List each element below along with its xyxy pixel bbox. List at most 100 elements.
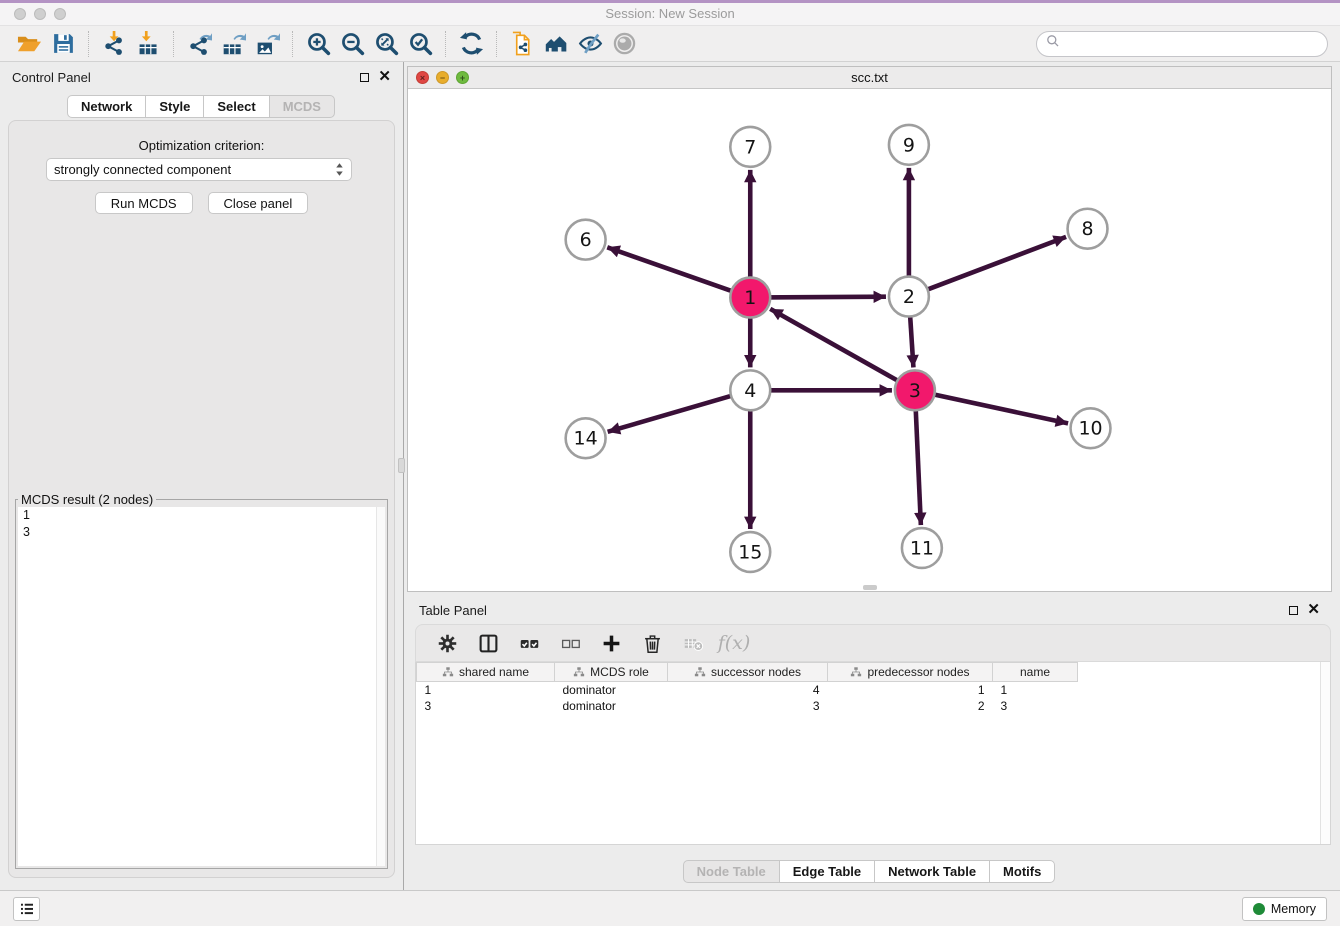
canvas-grip[interactable] — [863, 585, 877, 590]
search-box[interactable] — [1036, 31, 1328, 57]
table-cell[interactable]: 2 — [828, 698, 993, 714]
graph-node-1[interactable]: 1 — [730, 278, 770, 318]
result-scrollbar[interactable] — [376, 507, 385, 866]
view-mode-button — [607, 29, 641, 59]
splitter-grip[interactable] — [398, 458, 405, 473]
tab-select[interactable]: Select — [203, 95, 269, 118]
float-panel-icon[interactable] — [360, 73, 369, 82]
trash-icon — [642, 633, 663, 654]
frame-minimize-button[interactable]: − — [436, 71, 449, 84]
network-canvas[interactable]: 7 9 6 8 1 2 4 3 14 10 15 11 — [408, 89, 1331, 591]
optimization-criterion-select[interactable]: strongly connected component — [46, 158, 352, 181]
table-cell[interactable]: 1 — [417, 682, 555, 698]
graph-edge-1-6[interactable] — [607, 247, 750, 297]
save-session-button[interactable] — [46, 29, 80, 59]
column-header-shared-name[interactable]: shared name — [417, 663, 555, 682]
zoom-fit-button[interactable] — [369, 29, 403, 59]
zoom-selected-icon — [408, 31, 433, 56]
table-cell[interactable]: 4 — [668, 682, 828, 698]
memory-button[interactable]: Memory — [1242, 897, 1327, 921]
graph-node-7[interactable]: 7 — [730, 127, 770, 167]
table-cell[interactable]: 3 — [417, 698, 555, 714]
tab-mcds[interactable]: MCDS — [269, 95, 335, 118]
graph-node-3[interactable]: 3 — [895, 370, 935, 410]
export-network-button[interactable] — [182, 29, 216, 59]
zoom-in-button[interactable] — [301, 29, 335, 59]
tab-network[interactable]: Network — [67, 95, 146, 118]
table-cell[interactable]: dominator — [555, 698, 668, 714]
close-window-button[interactable] — [14, 8, 26, 20]
show-columns-button[interactable] — [475, 630, 501, 656]
table-row[interactable]: 1dominator411 — [417, 682, 1078, 698]
run-mcds-button[interactable]: Run MCDS — [95, 192, 193, 214]
add-column-button[interactable] — [598, 630, 624, 656]
deselect-all-button[interactable] — [557, 630, 583, 656]
zoom-out-button[interactable] — [335, 29, 369, 59]
table-cell[interactable]: 3 — [668, 698, 828, 714]
hide-unhide-button[interactable] — [573, 29, 607, 59]
node-label: 2 — [903, 286, 915, 308]
network-view-frame: × − + scc.txt 7 9 6 8 1 2 4 3 14 10 15 11 — [407, 66, 1332, 592]
toolbar-separator — [292, 31, 293, 57]
delete-columns-button[interactable] — [639, 630, 665, 656]
graph-node-9[interactable]: 9 — [889, 125, 929, 165]
graph-edge-3-1[interactable] — [770, 309, 915, 391]
export-table-button[interactable] — [216, 29, 250, 59]
float-table-panel-icon[interactable] — [1289, 606, 1298, 615]
open-session-button[interactable] — [12, 29, 46, 59]
tab-node-table[interactable]: Node Table — [683, 860, 780, 883]
delete-table-button — [680, 630, 706, 656]
graph-node-14[interactable]: 14 — [566, 418, 606, 458]
frame-close-button[interactable]: × — [416, 71, 429, 84]
table-cell[interactable]: 1 — [993, 682, 1078, 698]
maximize-window-button[interactable] — [54, 8, 66, 20]
graph-edge-2-8[interactable] — [909, 237, 1066, 297]
graph-node-4[interactable]: 4 — [730, 370, 770, 410]
column-header-successor-nodes[interactable]: successor nodes — [668, 663, 828, 682]
graph-node-11[interactable]: 11 — [902, 528, 942, 568]
column-header-MCDS-role[interactable]: MCDS role — [555, 663, 668, 682]
graph-edge-3-10[interactable] — [915, 390, 1068, 423]
log-console-button[interactable] — [13, 897, 40, 921]
minimize-window-button[interactable] — [34, 8, 46, 20]
select-all-button[interactable] — [516, 630, 542, 656]
column-header-predecessor-nodes[interactable]: predecessor nodes — [828, 663, 993, 682]
apply-layout-button[interactable] — [454, 29, 488, 59]
graph-node-10[interactable]: 10 — [1071, 408, 1111, 448]
network-frame-titlebar[interactable]: × − + scc.txt — [408, 67, 1331, 89]
tab-style[interactable]: Style — [145, 95, 204, 118]
tab-network-table[interactable]: Network Table — [874, 860, 990, 883]
table-cell[interactable]: 3 — [993, 698, 1078, 714]
table-cell[interactable]: dominator — [555, 682, 668, 698]
table-scrollbar[interactable] — [1320, 662, 1330, 844]
window-titlebar: Session: New Session — [0, 0, 1340, 26]
table-settings-button[interactable] — [434, 630, 460, 656]
frame-maximize-button[interactable]: + — [456, 71, 469, 84]
network-overview-button[interactable] — [505, 29, 539, 59]
mcds-result-title: MCDS result (2 nodes) — [18, 492, 156, 507]
column-header-name[interactable]: name — [993, 663, 1078, 682]
import-network-button[interactable] — [97, 29, 131, 59]
import-table-button[interactable] — [131, 29, 165, 59]
export-image-button[interactable] — [250, 29, 284, 59]
network-graph[interactable]: 7 9 6 8 1 2 4 3 14 10 15 11 — [408, 89, 1331, 592]
graph-node-8[interactable]: 8 — [1068, 209, 1108, 249]
mcds-result-textarea[interactable]: 13 — [18, 507, 385, 866]
close-table-panel-icon[interactable]: ✕ — [1307, 605, 1320, 615]
graph-node-15[interactable]: 15 — [730, 532, 770, 572]
graph-node-6[interactable]: 6 — [566, 220, 606, 260]
table-row[interactable]: 3dominator323 — [417, 698, 1078, 714]
save-icon — [51, 31, 76, 56]
close-panel-icon[interactable]: ✕ — [378, 72, 391, 82]
zoom-selected-button[interactable] — [403, 29, 437, 59]
tab-motifs[interactable]: Motifs — [989, 860, 1055, 883]
node-label: 15 — [738, 541, 762, 563]
checked-boxes-icon — [519, 633, 540, 654]
search-input[interactable] — [1061, 33, 1327, 55]
tab-edge-table[interactable]: Edge Table — [779, 860, 875, 883]
close-panel-button[interactable]: Close panel — [208, 192, 309, 214]
graph-edge-4-14[interactable] — [608, 390, 751, 431]
home-button[interactable] — [539, 29, 573, 59]
graph-node-2[interactable]: 2 — [889, 277, 929, 317]
table-cell[interactable]: 1 — [828, 682, 993, 698]
